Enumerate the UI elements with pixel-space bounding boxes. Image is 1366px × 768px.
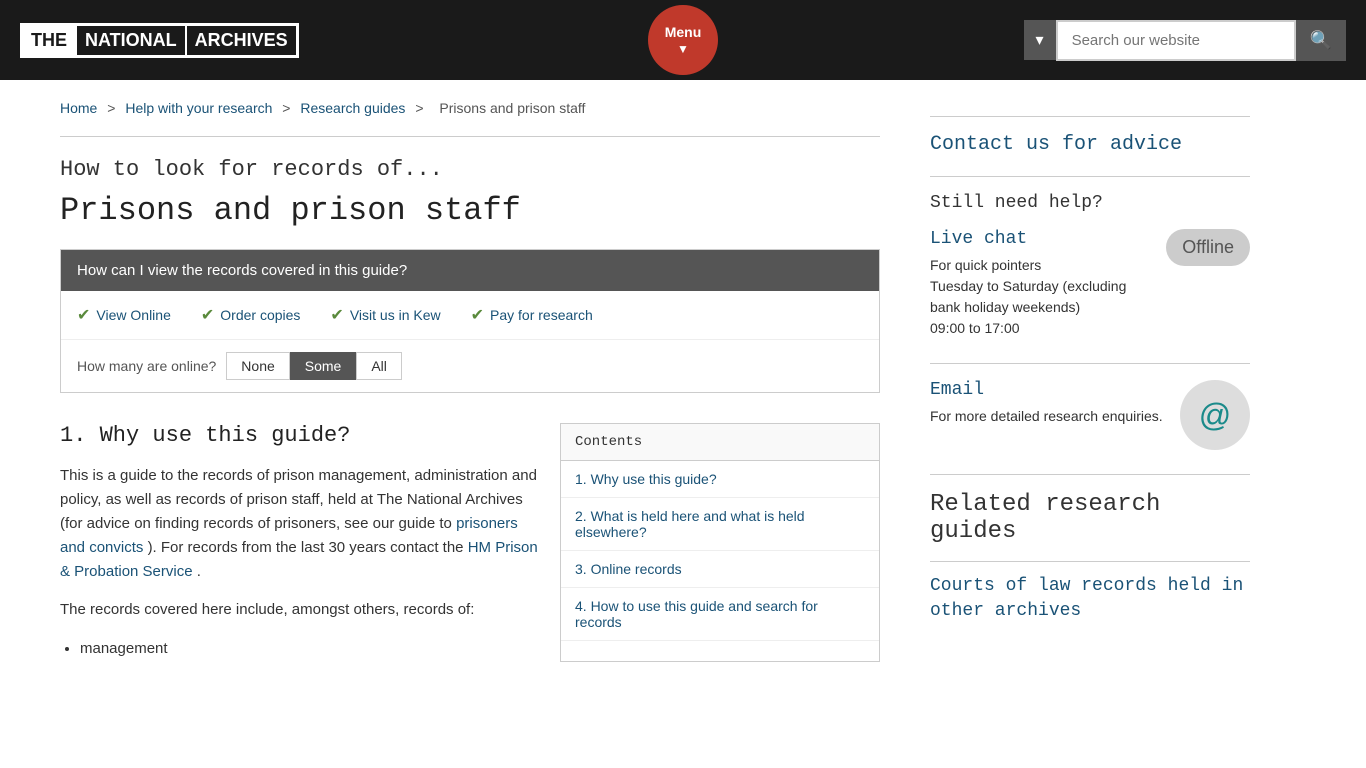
contents-title: Contents	[561, 424, 879, 461]
option-visit-kew[interactable]: ✔ Visit us in Kew	[330, 305, 440, 325]
option-pay-research[interactable]: ✔ Pay for research	[471, 305, 593, 325]
section1-heading: 1. Why use this guide?	[60, 423, 540, 448]
search-toggle-button[interactable]: ▾	[1024, 20, 1056, 60]
list-item: 3. Online records	[561, 551, 879, 588]
contents-box: Contents 1. Why use this guide? 2. What …	[560, 423, 880, 662]
sidebar-top-divider	[930, 116, 1250, 117]
contents-item-3[interactable]: 3. Online records	[561, 551, 879, 587]
filter-none[interactable]: None	[226, 352, 289, 380]
related-guides-title: Related research guides	[930, 491, 1250, 545]
bullet-management: management	[80, 636, 540, 662]
email-link[interactable]: Email	[930, 380, 1166, 400]
list-item: 4. How to use this guide and search for …	[561, 588, 879, 641]
email-item: Email For more detailed research enquiri…	[930, 380, 1250, 450]
sidebar: Contact us for advice Still need help? L…	[900, 80, 1280, 712]
main-text: 1. Why use this guide? This is a guide t…	[60, 423, 540, 662]
offline-status: Offline	[1166, 229, 1250, 266]
email-desc: For more detailed research enquiries.	[930, 406, 1166, 427]
live-chat-link[interactable]: Live chat	[930, 229, 1152, 249]
contents-item-4[interactable]: 4. How to use this guide and search for …	[561, 588, 879, 640]
list-item: 2. What is held here and what is held el…	[561, 498, 879, 551]
section1-body1: This is a guide to the records of prison…	[60, 464, 540, 584]
option-view-online[interactable]: ✔ View Online	[77, 305, 171, 325]
option-order-copies[interactable]: ✔ Order copies	[201, 305, 301, 325]
breadcrumb-current: Prisons and prison staff	[439, 100, 585, 116]
section1-area: 1. Why use this guide? This is a guide t…	[60, 423, 880, 662]
logo-national: NATIONAL	[75, 26, 187, 55]
breadcrumb-guides[interactable]: Research guides	[300, 100, 405, 116]
email-icon: @	[1180, 380, 1250, 450]
check-icon-1: ✔	[77, 305, 90, 325]
chevron-down-icon: ▼	[677, 42, 689, 56]
sidebar-divider-1	[930, 176, 1250, 177]
check-icon-2: ✔	[201, 305, 214, 325]
logo-the: THE	[23, 26, 75, 55]
related-link-1[interactable]: Courts of law records held in other arch…	[930, 574, 1250, 624]
section1-bullets: management	[80, 636, 540, 662]
contents-item-1[interactable]: 1. Why use this guide?	[561, 461, 879, 497]
sidebar-divider-2	[930, 363, 1250, 364]
breadcrumb-sep-3: >	[415, 100, 427, 116]
breadcrumb-home[interactable]: Home	[60, 100, 97, 116]
section1-body3: The records covered here include, amongs…	[60, 598, 540, 622]
content-area: Home > Help with your research > Researc…	[0, 80, 900, 712]
logo-archives: ARCHIVES	[187, 26, 296, 55]
search-bar: ▾ 🔍	[1024, 20, 1346, 61]
live-chat-text: Live chat For quick pointers Tuesday to …	[930, 229, 1152, 339]
records-options: ✔ View Online ✔ Order copies ✔ Visit us …	[61, 291, 879, 340]
contents-list: 1. Why use this guide? 2. What is held h…	[561, 461, 879, 641]
filter-all[interactable]: All	[356, 352, 402, 380]
search-submit-button[interactable]: 🔍	[1296, 20, 1346, 61]
divider-1	[60, 136, 880, 137]
records-box-header: How can I view the records covered in th…	[61, 250, 879, 291]
sidebar-divider-4	[930, 561, 1250, 562]
site-logo: THE NATIONAL ARCHIVES	[20, 23, 299, 58]
filter-some[interactable]: Some	[290, 352, 357, 380]
filter-label: How many are online?	[77, 358, 216, 374]
records-box: How can I view the records covered in th…	[60, 249, 880, 393]
check-icon-4: ✔	[471, 305, 484, 325]
email-text: Email For more detailed research enquiri…	[930, 380, 1166, 427]
live-chat-desc1: For quick pointers	[930, 255, 1152, 276]
menu-button[interactable]: Menu ▼	[648, 5, 718, 75]
breadcrumb-help[interactable]: Help with your research	[125, 100, 272, 116]
page-subtitle: How to look for records of...	[60, 157, 880, 182]
main-container: Home > Help with your research > Researc…	[0, 80, 1366, 712]
filter-buttons: None Some All	[226, 352, 402, 380]
breadcrumb: Home > Help with your research > Researc…	[60, 100, 880, 116]
check-icon-3: ✔	[330, 305, 343, 325]
live-chat-item: Live chat For quick pointers Tuesday to …	[930, 229, 1250, 339]
sidebar-divider-3	[930, 474, 1250, 475]
live-chat-desc2: Tuesday to Saturday (excluding bank holi…	[930, 276, 1152, 318]
contact-us-link[interactable]: Contact us for advice	[930, 133, 1250, 156]
search-input[interactable]	[1056, 20, 1296, 61]
offline-bubble-container: Offline	[1166, 229, 1250, 266]
online-filter: How many are online? None Some All	[61, 340, 879, 392]
page-title: Prisons and prison staff	[60, 192, 880, 229]
still-need-help-title: Still need help?	[930, 193, 1250, 213]
breadcrumb-sep-1: >	[107, 100, 119, 116]
list-item: 1. Why use this guide?	[561, 461, 879, 498]
live-chat-desc3: 09:00 to 17:00	[930, 318, 1152, 339]
contents-item-2[interactable]: 2. What is held here and what is held el…	[561, 498, 879, 550]
breadcrumb-sep-2: >	[282, 100, 294, 116]
site-header: THE NATIONAL ARCHIVES Menu ▼ ▾ 🔍	[0, 0, 1366, 80]
